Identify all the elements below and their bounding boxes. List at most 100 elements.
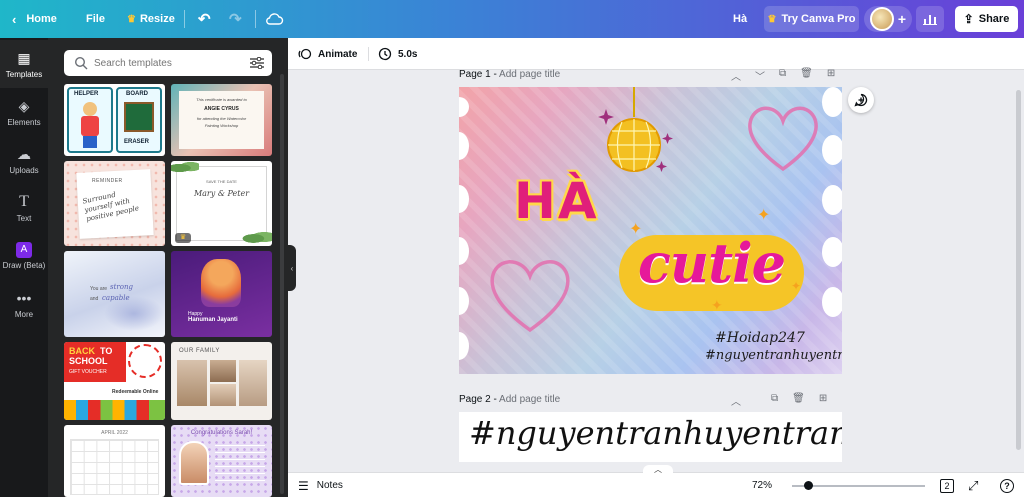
notes-button[interactable]: ☰ Notes xyxy=(298,473,343,497)
leaves-illustration xyxy=(171,161,199,175)
deity-illustration xyxy=(201,259,241,307)
page2-hashtag-text[interactable]: #nguyentranhuyentram:))) xyxy=(469,414,842,452)
clock-icon xyxy=(378,47,392,61)
panel-scrollbar[interactable] xyxy=(280,74,284,494)
template-thumbnail-save-the-date[interactable]: SAVE THE DATE Mary & Peter ♛ xyxy=(171,161,272,246)
page-2-title[interactable]: Page 2 - Add page title xyxy=(459,394,560,405)
rail-item-elements[interactable]: ◈ Elements xyxy=(0,88,48,136)
file-menu-button[interactable]: File xyxy=(86,0,105,38)
duplicate-page-icon[interactable]: ⧉ xyxy=(771,393,778,408)
filter-sliders-icon[interactable] xyxy=(250,57,264,69)
family-photo xyxy=(210,360,236,382)
delete-page-icon[interactable]: 🗑 xyxy=(800,68,813,83)
heart-outline-sticker[interactable] xyxy=(484,250,576,338)
template-thumbnail-congratulations[interactable]: Congratulations Sarah! xyxy=(171,425,272,497)
heart-outline-sticker[interactable] xyxy=(742,97,824,179)
add-page-icon[interactable]: ⊞ xyxy=(819,393,827,408)
add-comment-button[interactable] xyxy=(848,87,874,113)
hashtag-text-1[interactable]: #Hoidap247 xyxy=(715,330,805,346)
template-thumbnail-strong-capable[interactable]: You are strong and capable xyxy=(64,251,165,337)
avatar[interactable] xyxy=(869,7,894,31)
sparkle-icon: ✦ xyxy=(757,207,771,224)
canvas-toolbar: Animate 5.0s xyxy=(288,38,1024,70)
crown-icon: ♛ xyxy=(127,13,136,25)
duplicate-page-icon[interactable]: ⧉ xyxy=(779,68,786,83)
sparkle-icon: ✦ xyxy=(711,297,723,313)
page-1-title[interactable]: Page 1 - Add page title xyxy=(459,69,560,80)
rail-item-draw[interactable]: A Draw (Beta) xyxy=(0,232,48,280)
insights-button[interactable] xyxy=(916,6,944,32)
chevron-left-icon: ‹ xyxy=(12,11,17,27)
zoom-slider[interactable] xyxy=(792,481,925,490)
rail-item-uploads[interactable]: ☁ Uploads xyxy=(0,136,48,184)
template-thumbnail-april-calendar[interactable]: APRIL 2022 xyxy=(64,425,165,497)
chevron-up-icon[interactable]: ︿ xyxy=(731,393,741,408)
upload-cloud-icon: ☁ xyxy=(17,146,31,162)
show-pages-handle[interactable]: ︿ xyxy=(643,465,673,475)
sparkle-icon: ✦ xyxy=(629,221,643,238)
ha-text-element[interactable]: HÀ xyxy=(514,172,599,230)
toolbar-divider xyxy=(368,47,369,61)
home-label: Home xyxy=(26,13,57,25)
try-canva-pro-button[interactable]: ♛ Try Canva Pro xyxy=(764,6,859,32)
duration-button[interactable]: 5.0s xyxy=(378,38,417,70)
animate-button[interactable]: Animate xyxy=(298,38,357,70)
page-2-canvas[interactable]: #nguyentranhuyentram:))) xyxy=(459,412,842,462)
portrait-photo xyxy=(179,441,209,485)
page-1-tools: ︿ ﹀ ⧉ 🗑 ⊞ xyxy=(731,68,835,83)
cutie-sticker[interactable]: cutie ✦ ✦ ✦ ✦ xyxy=(619,207,804,313)
elements-icon: ◈ xyxy=(18,98,30,114)
home-button[interactable]: ‹ Home xyxy=(12,0,57,38)
sparkle-icon: ✦ xyxy=(791,279,802,293)
resize-button[interactable]: ♛ Resize xyxy=(127,0,175,38)
notch xyxy=(822,135,842,165)
more-dots-icon: ••• xyxy=(16,290,32,306)
user-name[interactable]: Hà xyxy=(733,0,747,38)
bar-chart-icon xyxy=(923,15,937,25)
template-thumbnail-reminder[interactable]: REMINDER Surround yourself with positive… xyxy=(64,161,165,246)
add-collaborator-icon[interactable]: + xyxy=(898,11,906,27)
template-thumbnail-hanuman-jayanti[interactable]: Happy Hanuman Jayanti xyxy=(171,251,272,337)
page-count-button[interactable]: 2 xyxy=(940,473,954,497)
rail-item-more[interactable]: ••• More xyxy=(0,280,48,328)
template-thumbnail-certificate[interactable]: This certificate is awarded to ANGIE CYR… xyxy=(171,84,272,156)
delete-page-icon[interactable]: 🗑 xyxy=(792,393,805,408)
collapse-panel-handle[interactable]: ‹ xyxy=(288,245,296,291)
zoom-level[interactable]: 72% xyxy=(752,473,772,497)
fullscreen-icon[interactable]: ⤢ xyxy=(968,473,978,497)
collaborators-group[interactable]: + xyxy=(864,6,912,32)
notch xyxy=(822,87,842,117)
chevron-up-icon[interactable]: ︿ xyxy=(731,68,741,83)
top-bar: ‹ Home File ♛ Resize ↶ ↷ Hà ♛ Try Canva … xyxy=(0,0,1024,38)
canvas-scrollbar[interactable] xyxy=(1016,90,1021,450)
left-rail: ▦ Templates ◈ Elements ☁ Uploads T Text … xyxy=(0,38,48,497)
template-thumbnail-our-family[interactable]: OUR FAMILY xyxy=(171,342,272,420)
zoom-slider-thumb[interactable] xyxy=(804,481,813,490)
hashtag-text-2[interactable]: #nguyentranhuyentram:))) xyxy=(705,348,842,363)
search-input[interactable] xyxy=(94,57,244,69)
disco-ball-sticker[interactable] xyxy=(594,87,674,182)
add-page-icon[interactable]: ⊞ xyxy=(827,68,835,83)
topbar-divider xyxy=(255,10,256,28)
templates-icon: ▦ xyxy=(17,50,31,66)
template-thumbnail-back-to-school[interactable]: BACK TO SCHOOL GIFT VOUCHER Redeemable O… xyxy=(64,342,165,420)
help-button[interactable]: ? xyxy=(1000,473,1014,497)
family-photo xyxy=(177,360,207,406)
share-icon: ⇪ xyxy=(963,12,974,26)
page-1-canvas[interactable]: HÀ cutie ✦ ✦ ✦ ✦ #Hoidap247 #nguyentranh… xyxy=(459,87,842,374)
pencils-illustration xyxy=(64,400,165,420)
crown-badge: ♛ xyxy=(175,233,191,243)
text-icon: T xyxy=(19,193,29,210)
undo-icon[interactable]: ↶ xyxy=(198,0,211,38)
search-box[interactable] xyxy=(64,50,272,76)
family-photo xyxy=(239,360,267,406)
share-button[interactable]: ⇪ Share xyxy=(955,6,1018,32)
cloud-saved-icon[interactable] xyxy=(266,0,284,38)
redo-icon[interactable]: ↷ xyxy=(229,0,242,38)
rail-item-text[interactable]: T Text xyxy=(0,184,48,232)
template-thumbnail-helper-board[interactable]: HELPER BOARD ERASER xyxy=(64,84,165,156)
chevron-down-icon[interactable]: ﹀ xyxy=(755,68,765,83)
family-photo xyxy=(210,384,236,406)
rail-item-templates[interactable]: ▦ Templates xyxy=(0,40,48,88)
board-illustration xyxy=(124,102,154,132)
